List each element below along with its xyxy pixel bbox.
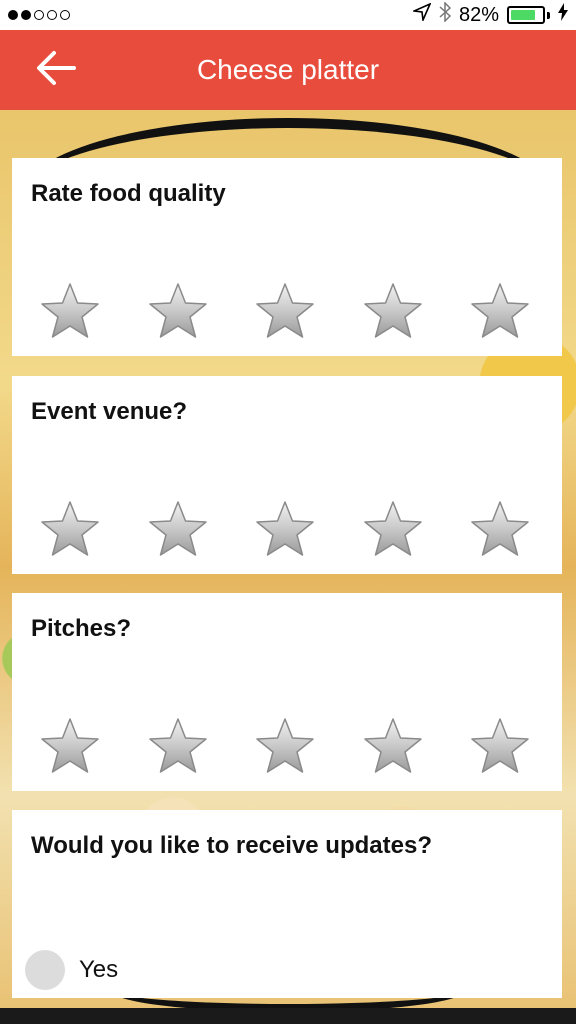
bottom-strip <box>0 1008 576 1024</box>
bluetooth-icon <box>439 1 452 28</box>
star-icon[interactable] <box>470 282 530 340</box>
star-icon[interactable] <box>40 282 100 340</box>
star-rating <box>40 282 530 340</box>
question-title: Event venue? <box>31 398 188 425</box>
charging-icon <box>558 3 568 27</box>
question-title: Would you like to receive updates? <box>31 832 432 859</box>
arrow-left-icon <box>36 50 76 91</box>
nav-bar: Cheese platter <box>0 30 576 110</box>
star-icon[interactable] <box>40 717 100 775</box>
star-icon[interactable] <box>255 500 315 558</box>
question-title: Pitches? <box>31 615 132 642</box>
battery-percent: 82% <box>458 3 499 26</box>
location-icon <box>410 2 432 27</box>
question-card-pitches: Pitches? <box>12 593 562 791</box>
signal-strength-icon <box>8 10 70 20</box>
status-bar: 82% <box>0 0 576 30</box>
star-rating <box>40 500 530 558</box>
back-button[interactable] <box>32 50 80 90</box>
star-icon[interactable] <box>470 717 530 775</box>
star-icon[interactable] <box>148 717 208 775</box>
star-icon[interactable] <box>255 282 315 340</box>
battery-tip <box>547 11 550 19</box>
star-icon[interactable] <box>363 717 423 775</box>
yes-option[interactable]: Yes <box>25 950 118 990</box>
radio-button[interactable] <box>25 950 65 990</box>
star-rating <box>40 717 530 775</box>
star-icon[interactable] <box>363 500 423 558</box>
question-card-event-venue: Event venue? <box>12 376 562 574</box>
updates-card: Would you like to receive updates? Yes <box>12 810 562 998</box>
star-icon[interactable] <box>255 717 315 775</box>
page-title: Cheese platter <box>196 54 380 85</box>
star-icon[interactable] <box>470 500 530 558</box>
star-icon[interactable] <box>148 500 208 558</box>
star-icon[interactable] <box>148 282 208 340</box>
question-card-food-quality: Rate food quality <box>12 158 562 356</box>
battery-icon <box>507 6 545 24</box>
radio-label: Yes <box>79 956 119 983</box>
star-icon[interactable] <box>363 282 423 340</box>
status-right: 82% <box>410 1 568 28</box>
star-icon[interactable] <box>40 500 100 558</box>
question-title: Rate food quality <box>31 180 226 207</box>
